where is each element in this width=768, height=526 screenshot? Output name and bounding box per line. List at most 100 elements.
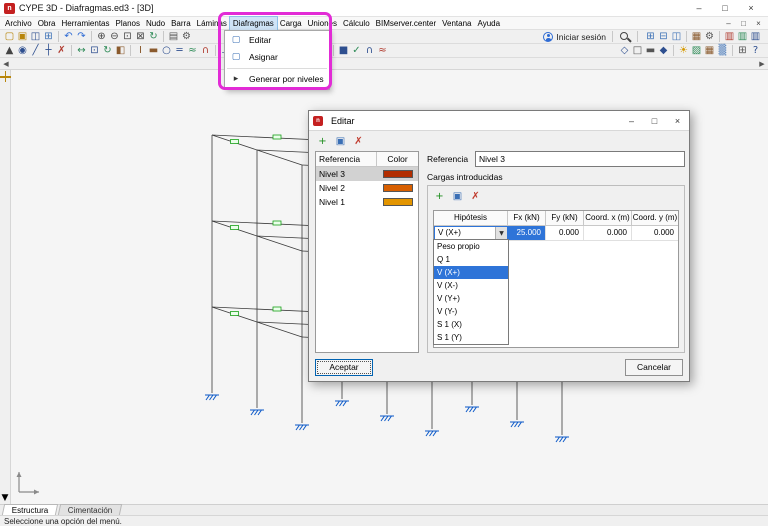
menu-ayuda[interactable]: Ayuda: [475, 17, 504, 30]
cell-fy[interactable]: 0.000: [546, 226, 584, 240]
view-help-icon[interactable]: ?: [749, 44, 762, 57]
zoom-in-icon[interactable]: ⊕: [95, 30, 108, 43]
dialog-maximize-button[interactable]: □: [643, 111, 666, 130]
menu-barra[interactable]: Barra: [168, 17, 194, 30]
option-q1[interactable]: Q 1: [434, 253, 508, 266]
maximize-button[interactable]: □: [712, 0, 738, 16]
describe-profile-icon[interactable]: I: [134, 44, 147, 57]
new-job-icon[interactable]: ▢: [3, 30, 16, 43]
envelopes-icon[interactable]: ∩: [363, 44, 376, 57]
bar-tie-icon[interactable]: ═: [173, 44, 186, 57]
window-cascade-icon[interactable]: ⊟: [657, 30, 670, 43]
aceptar-button[interactable]: Aceptar: [315, 359, 373, 376]
cell-fx[interactable]: 25.000: [508, 226, 546, 240]
menu-uniones[interactable]: Uniones: [305, 17, 340, 30]
hipotesis-combobox[interactable]: V (X+) ▼: [434, 226, 508, 240]
delete-icon[interactable]: ✗: [55, 44, 68, 57]
render-icon[interactable]: ▨: [690, 44, 703, 57]
options-icon[interactable]: ⚙: [180, 30, 193, 43]
crosshair-icon[interactable]: [0, 71, 11, 82]
search-icon[interactable]: [619, 31, 631, 43]
zoom-extents-icon[interactable]: ⊠: [134, 30, 147, 43]
dialog-minimize-button[interactable]: –: [620, 111, 643, 130]
scroll-down-icon[interactable]: ▼: [0, 493, 10, 503]
mdi-minimize-button[interactable]: –: [721, 19, 736, 28]
report-green-icon[interactable]: ▥: [736, 30, 749, 43]
menu-carga[interactable]: Carga: [277, 17, 305, 30]
window-tile-icon[interactable]: ⊞: [644, 30, 657, 43]
menu-item-asignar[interactable]: ▢ Asignar: [225, 49, 329, 66]
menu-planos[interactable]: Planos: [113, 17, 143, 30]
menu-herramientas[interactable]: Herramientas: [58, 17, 112, 30]
deformed-shape-icon[interactable]: ≈: [376, 44, 389, 57]
menu-item-generar-por-niveles[interactable]: ▸ Generar por niveles: [225, 71, 329, 88]
login-button[interactable]: Iniciar sesión: [543, 31, 606, 42]
menu-laminas[interactable]: Láminas: [194, 17, 230, 30]
view-3d-icon[interactable]: ◇: [618, 44, 631, 57]
report-blue-icon[interactable]: ▥: [749, 30, 762, 43]
tab-cimentacion[interactable]: Cimentación: [58, 504, 124, 515]
menu-calculo[interactable]: Cálculo: [340, 17, 373, 30]
select-icon[interactable]: ▲: [3, 44, 16, 57]
color-swatch[interactable]: [382, 184, 413, 192]
report-red-icon[interactable]: ▥: [723, 30, 736, 43]
color-swatch[interactable]: [382, 198, 413, 206]
menu-item-editar[interactable]: ▢ Editar: [225, 32, 329, 49]
display-options-icon[interactable]: ⚙: [703, 30, 716, 43]
cell-coord-x[interactable]: 0.000: [584, 226, 632, 240]
mdi-close-button[interactable]: ×: [751, 19, 766, 28]
new-node-icon[interactable]: ◉: [16, 44, 29, 57]
option-s1-x[interactable]: S 1 (X): [434, 318, 508, 331]
add-element-icon[interactable]: +: [432, 189, 447, 203]
calculate-icon[interactable]: ■: [337, 44, 350, 57]
textures-icon[interactable]: ▦: [703, 44, 716, 57]
scroll-left-icon[interactable]: ◀: [1, 59, 11, 69]
save-job-icon[interactable]: ◫: [29, 30, 42, 43]
option-s1-y[interactable]: S 1 (Y): [434, 331, 508, 344]
delete-element-icon[interactable]: ✗: [468, 189, 483, 203]
tab-estructura[interactable]: Estructura: [1, 504, 59, 515]
describe-material-icon[interactable]: ▬: [147, 44, 160, 57]
close-button[interactable]: ×: [738, 0, 764, 16]
copy-icon[interactable]: ⊡: [88, 44, 101, 57]
option-v-y-plus[interactable]: V (Y+): [434, 292, 508, 305]
full-screen-icon[interactable]: ⊞: [736, 44, 749, 57]
mirror-icon[interactable]: ◧: [114, 44, 127, 57]
check-bars-icon[interactable]: ✓: [350, 44, 363, 57]
delete-element-icon[interactable]: ✗: [351, 134, 366, 148]
combo-dropdown-arrow-icon[interactable]: ▼: [495, 227, 507, 239]
table-row-nivel-3[interactable]: Nivel 3: [316, 167, 418, 181]
mdi-restore-button[interactable]: □: [736, 19, 751, 28]
option-v-x-minus[interactable]: V (X-): [434, 279, 508, 292]
menu-nudo[interactable]: Nudo: [143, 17, 168, 30]
cell-coord-y[interactable]: 0.000: [632, 226, 678, 240]
light-icon[interactable]: ☀: [677, 44, 690, 57]
undo-icon[interactable]: ↶: [62, 30, 75, 43]
window-views-icon[interactable]: ◫: [670, 30, 683, 43]
minimize-button[interactable]: –: [686, 0, 712, 16]
redo-icon[interactable]: ↷: [75, 30, 88, 43]
dialog-close-button[interactable]: ×: [666, 111, 689, 130]
menu-obra[interactable]: Obra: [35, 17, 59, 30]
table-row-nivel-2[interactable]: Nivel 2: [316, 181, 418, 195]
option-v-y-minus[interactable]: V (Y-): [434, 305, 508, 318]
table-row-nivel-1[interactable]: Nivel 1: [316, 195, 418, 209]
add-element-icon[interactable]: +: [315, 134, 330, 148]
zoom-out-icon[interactable]: ⊖: [108, 30, 121, 43]
bar-hinge-icon[interactable]: ○: [160, 44, 173, 57]
new-bar-icon[interactable]: ╱: [29, 44, 42, 57]
color-swatch[interactable]: [382, 170, 413, 178]
menu-bimserver[interactable]: BIMserver.center: [373, 17, 439, 30]
option-peso-propio[interactable]: Peso propio: [434, 240, 508, 253]
deflection-limit-icon[interactable]: ∩: [199, 44, 212, 57]
menu-ventana[interactable]: Ventana: [439, 17, 474, 30]
referencia-input[interactable]: [475, 151, 685, 167]
view-front-icon[interactable]: □: [631, 44, 644, 57]
perspective-icon[interactable]: ◆: [657, 44, 670, 57]
intermediate-node-icon[interactable]: ┼: [42, 44, 55, 57]
redraw-icon[interactable]: ↻: [147, 30, 160, 43]
copy-element-icon[interactable]: ▣: [450, 189, 465, 203]
menu-archivo[interactable]: Archivo: [2, 17, 35, 30]
scroll-right-icon[interactable]: ▶: [757, 59, 767, 69]
menu-diafragmas[interactable]: Diafragmas: [228, 15, 278, 31]
